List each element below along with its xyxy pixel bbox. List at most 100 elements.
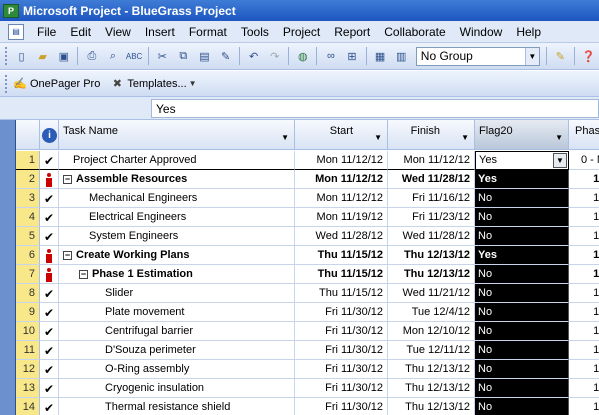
select-all-header[interactable] bbox=[16, 120, 40, 150]
phase-cell[interactable]: 1 - bbox=[569, 265, 599, 284]
chevron-down-icon[interactable]: ▼ bbox=[281, 133, 289, 142]
start-cell[interactable]: Mon 11/12/12 bbox=[295, 189, 388, 208]
task-row[interactable]: 7− Phase 1 Estimation Thu 11/15/12 Thu 12/1… bbox=[16, 265, 599, 284]
phase-cell[interactable]: 1 - bbox=[569, 170, 599, 189]
copy-picture-icon[interactable]: ✎ bbox=[552, 47, 569, 65]
new-icon[interactable]: ▯ bbox=[13, 47, 30, 65]
phase-cell[interactable]: 1 - bbox=[569, 379, 599, 398]
flag-cell[interactable]: No bbox=[475, 265, 569, 284]
task-row[interactable]: 6− Create Working Plans Thu 11/15/12 Thu 12… bbox=[16, 246, 599, 265]
menu-project[interactable]: Project bbox=[276, 25, 327, 39]
finish-header[interactable]: Finish ▼ bbox=[388, 120, 475, 150]
flag-cell-editor[interactable]: Yes ▼ bbox=[475, 151, 569, 170]
document-menu-icon[interactable]: ▤ bbox=[8, 23, 24, 40]
row-number[interactable]: 5 bbox=[16, 227, 40, 246]
notes-icon[interactable]: ▥ bbox=[393, 47, 410, 65]
flag-cell[interactable]: No bbox=[475, 189, 569, 208]
help-icon[interactable]: ❓ bbox=[580, 47, 597, 65]
finish-cell[interactable]: Tue 12/4/12 bbox=[388, 303, 475, 322]
start-cell[interactable]: Fri 11/30/12 bbox=[295, 398, 388, 415]
menu-view[interactable]: View bbox=[98, 25, 138, 39]
chevron-down-icon[interactable]: ▼ bbox=[555, 133, 563, 142]
undo-icon[interactable]: ↶ bbox=[245, 47, 262, 65]
flag-cell[interactable]: No bbox=[475, 227, 569, 246]
row-number[interactable]: 10 bbox=[16, 322, 40, 341]
task-name-cell[interactable]: O-Ring assembly bbox=[59, 360, 295, 379]
finish-cell[interactable]: Thu 12/13/12 bbox=[388, 265, 475, 284]
finish-cell[interactable]: Tue 12/11/12 bbox=[388, 341, 475, 360]
open-folder-icon[interactable]: ▰ bbox=[34, 47, 51, 65]
collapse-icon[interactable]: − bbox=[63, 251, 72, 260]
finish-cell[interactable]: Mon 11/12/12 bbox=[388, 151, 475, 170]
finish-cell[interactable]: Thu 12/13/12 bbox=[388, 360, 475, 379]
phase-cell[interactable]: 1 - bbox=[569, 208, 599, 227]
start-cell[interactable]: Wed 11/28/12 bbox=[295, 227, 388, 246]
indicators-header[interactable]: i bbox=[40, 120, 59, 150]
toolbar-options-icon[interactable]: ▼ bbox=[189, 79, 197, 88]
start-cell[interactable]: Mon 11/12/12 bbox=[295, 170, 388, 189]
menu-report[interactable]: Report bbox=[327, 25, 377, 39]
task-row[interactable]: 11 ✔ D'Souza perimeter Fri 11/30/12 Tue 12/1… bbox=[16, 341, 599, 360]
task-row[interactable]: 12 ✔ O-Ring assembly Fri 11/30/12 Thu 12/13/… bbox=[16, 360, 599, 379]
start-header[interactable]: Start ▼ bbox=[295, 120, 388, 150]
row-number[interactable]: 1 bbox=[16, 151, 40, 170]
flag-cell[interactable]: No bbox=[475, 284, 569, 303]
flag-cell[interactable]: No bbox=[475, 303, 569, 322]
flag-cell[interactable]: No bbox=[475, 398, 569, 415]
chevron-down-icon[interactable]: ▼ bbox=[553, 153, 567, 168]
split-task-icon[interactable]: ⊞ bbox=[343, 47, 360, 65]
collapse-icon[interactable]: − bbox=[79, 270, 88, 279]
menu-format[interactable]: Format bbox=[182, 25, 234, 39]
start-cell[interactable]: Fri 11/30/12 bbox=[295, 379, 388, 398]
task-name-cell[interactable]: Project Charter Approved bbox=[59, 151, 295, 170]
phase-cell[interactable]: 1 - bbox=[569, 227, 599, 246]
phase-cell[interactable]: 1 - bbox=[569, 303, 599, 322]
task-name-cell[interactable]: Mechanical Engineers bbox=[59, 189, 295, 208]
task-name-cell[interactable]: Plate movement bbox=[59, 303, 295, 322]
chevron-down-icon[interactable]: ▼ bbox=[374, 133, 382, 142]
phase-cell[interactable]: 1 - bbox=[569, 398, 599, 415]
finish-cell[interactable]: Wed 11/28/12 bbox=[388, 227, 475, 246]
entry-field[interactable]: Yes bbox=[151, 99, 599, 118]
menu-collaborate[interactable]: Collaborate bbox=[377, 25, 452, 39]
phase-cell[interactable]: 1 - bbox=[569, 322, 599, 341]
start-cell[interactable]: Mon 11/12/12 bbox=[295, 151, 388, 170]
flag-cell[interactable]: No bbox=[475, 360, 569, 379]
task-name-header[interactable]: Task Name ▼ bbox=[59, 120, 295, 150]
menu-help[interactable]: Help bbox=[509, 25, 548, 39]
task-name-cell[interactable]: − Phase 1 Estimation bbox=[59, 265, 295, 284]
task-row[interactable]: 3 ✔ Mechanical Engineers Mon 11/12/12 Fri 11… bbox=[16, 189, 599, 208]
task-name-cell[interactable]: − Assemble Resources bbox=[59, 170, 295, 189]
toolbar-grip[interactable] bbox=[5, 47, 8, 65]
phase-cell[interactable]: 1 - bbox=[569, 341, 599, 360]
row-number[interactable]: 14 bbox=[16, 398, 40, 415]
menu-window[interactable]: Window bbox=[453, 25, 510, 39]
start-cell[interactable]: Thu 11/15/12 bbox=[295, 284, 388, 303]
start-cell[interactable]: Thu 11/15/12 bbox=[295, 246, 388, 265]
start-cell[interactable]: Fri 11/30/12 bbox=[295, 341, 388, 360]
templates-button[interactable]: ✖ Templates... bbox=[108, 77, 187, 91]
flag-cell[interactable]: Yes bbox=[475, 170, 569, 189]
task-row[interactable]: 8✔ Slider Thu 11/15/12Wed 11/21/12No1 - bbox=[16, 284, 599, 303]
task-row[interactable]: 9 ✔ Plate movement Fri 11/30/12 Tue 12/4/12 N… bbox=[16, 303, 599, 322]
finish-cell[interactable]: Fri 11/23/12 bbox=[388, 208, 475, 227]
copy-icon[interactable]: ⧉ bbox=[175, 47, 192, 65]
task-row[interactable]: 5 ✔ System Engineers Wed 11/28/12 Wed 11/28/… bbox=[16, 227, 599, 246]
row-number[interactable]: 13 bbox=[16, 379, 40, 398]
view-bar[interactable] bbox=[0, 120, 16, 415]
row-number[interactable]: 8 bbox=[16, 284, 40, 303]
flag-cell[interactable]: Yes bbox=[475, 246, 569, 265]
task-row[interactable]: 1 ✔ Project Charter Approved Mon 11/12/12 Mo… bbox=[16, 151, 599, 170]
task-name-cell[interactable]: Cryogenic insulation bbox=[59, 379, 295, 398]
phase-cell[interactable]: 1 - bbox=[569, 360, 599, 379]
spelling-icon[interactable]: ABC bbox=[126, 47, 143, 65]
onepager-pro-button[interactable]: ✍ OnePager Pro bbox=[11, 77, 100, 91]
finish-cell[interactable]: Wed 11/28/12 bbox=[388, 170, 475, 189]
start-cell[interactable]: Fri 11/30/12 bbox=[295, 303, 388, 322]
menu-tools[interactable]: Tools bbox=[234, 25, 276, 39]
phase-cell[interactable]: 1 - bbox=[569, 246, 599, 265]
print-icon[interactable]: ⎙ bbox=[83, 47, 100, 65]
flag-header[interactable]: Flag20 ▼ bbox=[475, 120, 569, 150]
chevron-down-icon[interactable]: ▼ bbox=[461, 133, 469, 142]
task-name-cell[interactable]: − Create Working Plans bbox=[59, 246, 295, 265]
